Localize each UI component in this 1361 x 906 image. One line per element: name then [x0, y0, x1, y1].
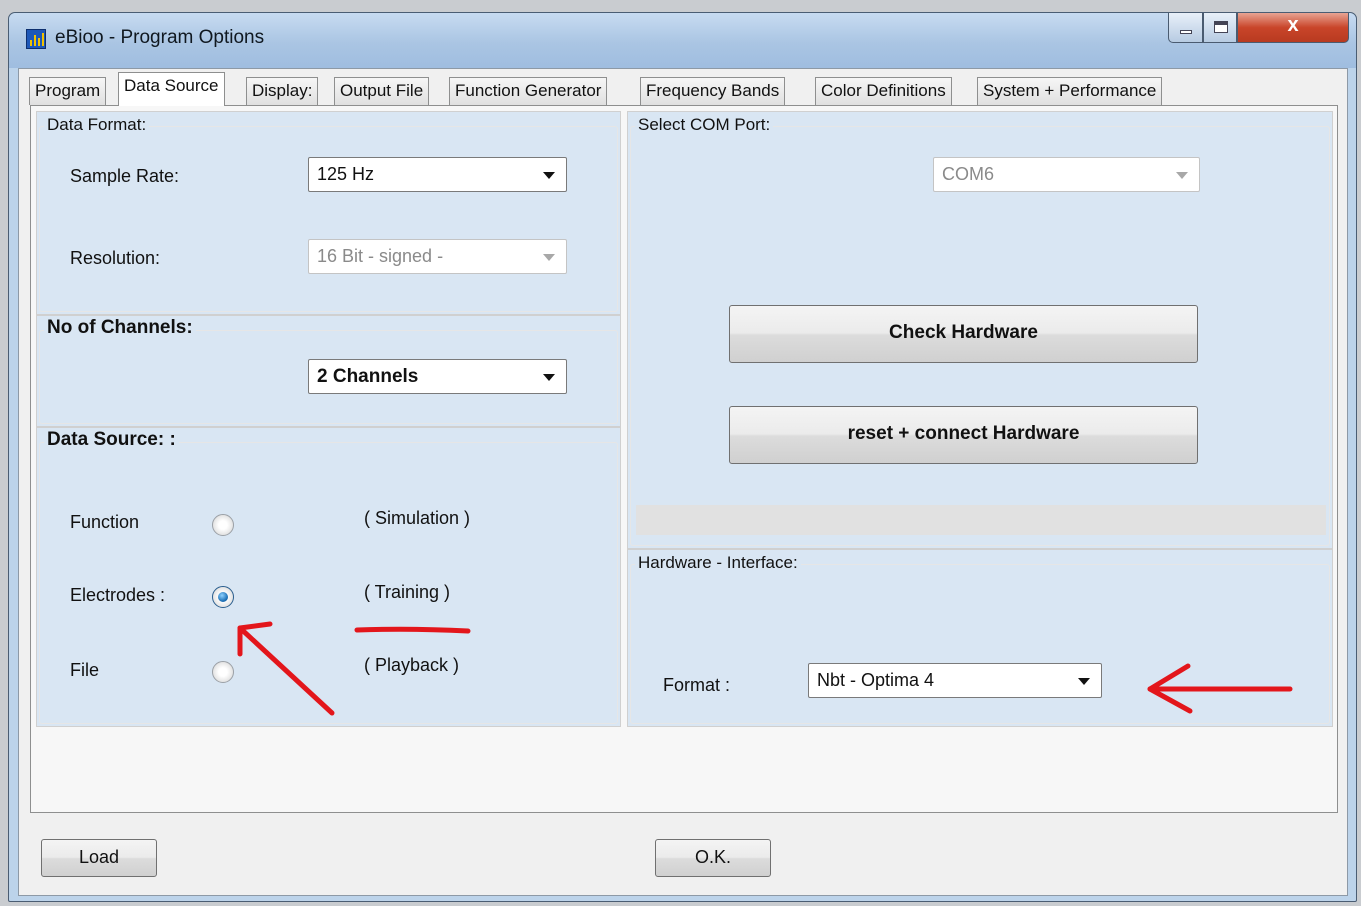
chevron-down-icon — [1176, 172, 1188, 179]
chevron-down-icon — [543, 374, 555, 381]
com-port-select: COM6 — [933, 157, 1200, 192]
resolution-select: 16 Bit - signed - — [308, 239, 567, 274]
minimize-icon — [1180, 30, 1192, 34]
function-radio[interactable] — [212, 514, 234, 536]
title-bar[interactable]: eBioo - Program Options x — [9, 13, 1356, 68]
check-hardware-button[interactable]: Check Hardware — [729, 305, 1198, 363]
maximize-icon — [1214, 21, 1228, 33]
sample-rate-select[interactable]: 125 Hz — [308, 157, 567, 192]
data-format-group: Data Format: Sample Rate: 125 Hz Resolut… — [36, 111, 621, 315]
close-button[interactable]: x — [1237, 13, 1349, 43]
chevron-down-icon — [543, 172, 555, 179]
maximize-button[interactable] — [1203, 13, 1237, 43]
resolution-value: 16 Bit - signed - — [317, 246, 444, 266]
channels-select[interactable]: 2 Channels — [308, 359, 567, 394]
tab-frequency-bands[interactable]: Frequency Bands — [640, 77, 786, 105]
close-icon: x — [1287, 14, 1299, 36]
resolution-label: Resolution: — [70, 248, 161, 268]
tab-output-file[interactable]: Output File — [334, 77, 430, 105]
chevron-down-icon — [1078, 678, 1090, 685]
function-label: Function — [70, 512, 140, 532]
tab-display[interactable]: Display: — [246, 77, 319, 105]
file-label: File — [70, 660, 100, 680]
tab-data-source[interactable]: Data Source — [118, 72, 225, 106]
tab-strip: Program Data Source Display: Output File… — [29, 72, 1329, 106]
com-port-group: Select COM Port: COM6 Check Hardware res… — [627, 111, 1333, 549]
format-value: Nbt - Optima 4 — [817, 670, 935, 690]
tab-function-generator[interactable]: Function Generator — [449, 77, 608, 105]
minimize-button[interactable] — [1168, 13, 1203, 43]
tab-program[interactable]: Program — [29, 77, 107, 105]
channels-title: No of Channels: — [44, 317, 196, 339]
tab-system-performance[interactable]: System + Performance — [977, 77, 1163, 105]
file-radio[interactable] — [212, 661, 234, 683]
com-port-title: Select COM Port: — [635, 115, 774, 135]
training-hint: ( Training ) — [364, 582, 451, 602]
data-source-group: Data Source: : Function ( Simulation ) E… — [36, 427, 621, 727]
channels-group: No of Channels: 2 Channels — [36, 315, 621, 427]
hardware-interface-title: Hardware - Interface: — [635, 553, 801, 573]
com-port-value: COM6 — [942, 164, 995, 184]
program-options-window: eBioo - Program Options x Program Data S… — [8, 12, 1357, 902]
sample-rate-label: Sample Rate: — [70, 166, 180, 186]
format-label: Format : — [663, 675, 731, 695]
reset-connect-hardware-button[interactable]: reset + connect Hardware — [729, 406, 1198, 464]
electrodes-label: Electrodes : — [70, 585, 166, 605]
sample-rate-value: 125 Hz — [317, 164, 375, 184]
hardware-status-bar — [636, 505, 1326, 535]
format-select[interactable]: Nbt - Optima 4 — [808, 663, 1102, 698]
load-button[interactable]: Load — [41, 839, 157, 877]
window-title: eBioo - Program Options — [55, 27, 265, 48]
electrodes-radio[interactable] — [212, 586, 234, 608]
data-source-title: Data Source: : — [44, 429, 179, 451]
playback-hint: ( Playback ) — [364, 655, 460, 675]
hardware-interface-group: Hardware - Interface: Format : Nbt - Opt… — [627, 549, 1333, 727]
ok-button[interactable]: O.K. — [655, 839, 771, 877]
data-format-title: Data Format: — [44, 115, 150, 135]
tab-color-definitions[interactable]: Color Definitions — [815, 77, 952, 105]
data-source-tab-page: Data Format: Sample Rate: 125 Hz Resolut… — [30, 105, 1338, 813]
dialog-client-area: Program Data Source Display: Output File… — [18, 68, 1348, 896]
simulation-hint: ( Simulation ) — [364, 508, 471, 528]
app-chart-icon — [26, 29, 46, 49]
channels-value: 2 Channels — [317, 366, 419, 387]
chevron-down-icon — [543, 254, 555, 261]
